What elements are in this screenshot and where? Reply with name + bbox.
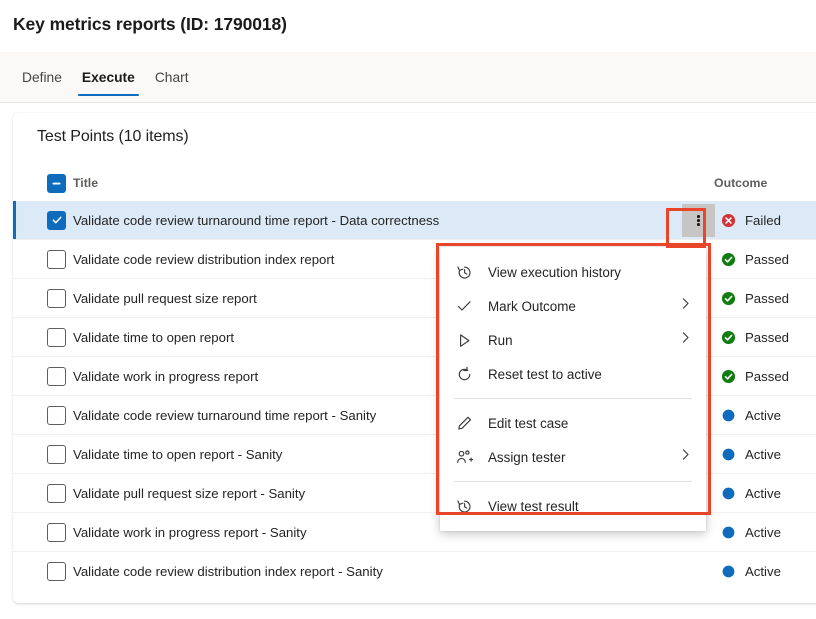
menu-item-mark-outcome[interactable]: Mark Outcome xyxy=(440,289,706,323)
menu-item-label: Reset test to active xyxy=(488,366,602,382)
row-title[interactable]: Validate work in progress report - Sanit… xyxy=(73,525,307,540)
kebab-dots-icon xyxy=(697,213,700,227)
checkmark-icon xyxy=(454,296,474,316)
outcome-cell: Active xyxy=(721,525,781,540)
row-title[interactable]: Validate pull request size report - Sani… xyxy=(73,486,305,501)
card-title: Test Points (10 items) xyxy=(37,128,189,145)
passed-icon xyxy=(721,330,736,344)
table-row[interactable]: Validate code review distribution index … xyxy=(13,552,816,591)
chevron-right-icon xyxy=(679,448,692,466)
menu-separator xyxy=(454,398,692,399)
row-checkbox[interactable] xyxy=(47,366,66,386)
outcome-label: Passed xyxy=(745,251,789,267)
table-row[interactable]: Validate code review turnaround time rep… xyxy=(13,201,816,240)
app-root: Key metrics reports (ID: 1790018) Define… xyxy=(0,0,816,619)
context-menu: View execution history Mark Outcome Run Res… xyxy=(440,247,706,531)
column-header-outcome: Outcome xyxy=(714,176,768,190)
row-checkbox[interactable] xyxy=(47,288,66,308)
chevron-right-icon xyxy=(679,297,692,315)
menu-item-label: View execution history xyxy=(488,264,621,280)
outcome-label: Active xyxy=(745,564,781,579)
outcome-label: Active xyxy=(745,446,781,462)
outcome-cell: Active xyxy=(721,564,781,579)
menu-item-label: Run xyxy=(488,332,513,348)
page-title: Key metrics reports (ID: 1790018) xyxy=(13,14,287,34)
outcome-label: Passed xyxy=(745,329,789,345)
row-checkbox[interactable] xyxy=(47,210,66,230)
outcome-cell: Active xyxy=(721,408,781,423)
row-checkbox[interactable] xyxy=(47,405,66,425)
menu-item-reset-test-to-active[interactable]: Reset test to active xyxy=(440,357,706,391)
row-checkbox[interactable] xyxy=(47,249,66,269)
outcome-cell: Passed xyxy=(721,252,789,267)
check-icon xyxy=(52,216,62,224)
outcome-cell: Passed xyxy=(721,330,789,345)
row-title[interactable]: Validate code review distribution index … xyxy=(73,564,383,579)
assign-person-icon xyxy=(454,447,474,467)
refresh-icon xyxy=(454,364,474,384)
select-all-checkbox[interactable] xyxy=(47,174,66,193)
menu-item-label: Assign tester xyxy=(488,449,566,465)
row-checkbox[interactable] xyxy=(47,444,66,464)
tab-define[interactable]: Define xyxy=(12,52,72,102)
outcome-cell: Passed xyxy=(721,369,789,384)
menu-item-label: Mark Outcome xyxy=(488,298,576,314)
row-checkbox[interactable] xyxy=(47,327,66,347)
outcome-cell: Failed xyxy=(721,213,781,228)
row-title[interactable]: Validate work in progress report xyxy=(73,369,258,384)
tab-bar: Define Execute Chart xyxy=(0,52,816,103)
column-header-title: Title xyxy=(73,176,99,190)
tab-execute[interactable]: Execute xyxy=(72,52,145,102)
menu-item-edit-test-case[interactable]: Edit test case xyxy=(440,406,706,440)
outcome-cell: Passed xyxy=(721,291,789,306)
menu-item-view-execution-history[interactable]: View execution history xyxy=(440,255,706,289)
row-title[interactable]: Validate code review turnaround time rep… xyxy=(73,408,376,423)
dash-icon xyxy=(52,182,61,185)
outcome-cell: Active xyxy=(721,486,781,501)
tab-chart[interactable]: Chart xyxy=(145,52,199,102)
more-actions-button[interactable] xyxy=(682,204,715,237)
menu-item-run[interactable]: Run xyxy=(440,323,706,357)
outcome-label: Active xyxy=(745,485,781,501)
active-icon xyxy=(722,565,735,578)
row-checkbox[interactable] xyxy=(47,483,66,503)
play-icon xyxy=(454,330,474,350)
passed-icon xyxy=(721,369,736,383)
outcome-cell: Active xyxy=(721,447,781,462)
passed-icon xyxy=(721,252,736,266)
row-checkbox[interactable] xyxy=(47,562,66,581)
active-icon xyxy=(722,448,735,460)
menu-item-label: View test result xyxy=(488,498,579,514)
active-icon xyxy=(722,487,735,499)
page-header: Key metrics reports (ID: 1790018) xyxy=(0,0,816,52)
menu-item-label: Edit test case xyxy=(488,415,569,431)
outcome-label: Passed xyxy=(745,368,789,384)
menu-item-view-test-result[interactable]: View test result xyxy=(440,489,706,523)
active-icon xyxy=(722,526,735,538)
chevron-right-icon xyxy=(679,331,692,349)
history-icon xyxy=(454,262,474,282)
failed-icon xyxy=(721,213,736,227)
outcome-label: Failed xyxy=(745,212,781,228)
menu-item-assign-tester[interactable]: Assign tester xyxy=(440,440,706,474)
row-checkbox[interactable] xyxy=(47,522,66,542)
history-icon xyxy=(454,496,474,516)
pencil-icon xyxy=(454,413,474,433)
outcome-label: Active xyxy=(745,524,781,540)
outcome-label: Passed xyxy=(745,290,789,306)
row-title[interactable]: Validate code review turnaround time rep… xyxy=(73,213,439,228)
row-title[interactable]: Validate time to open report xyxy=(73,330,234,345)
active-icon xyxy=(722,409,735,421)
grid-header: Title Outcome xyxy=(13,171,816,197)
row-title[interactable]: Validate code review distribution index … xyxy=(73,252,334,267)
row-title[interactable]: Validate pull request size report xyxy=(73,291,257,306)
menu-separator xyxy=(454,481,692,482)
row-title[interactable]: Validate time to open report - Sanity xyxy=(73,447,282,462)
passed-icon xyxy=(721,291,736,305)
outcome-label: Active xyxy=(745,407,781,423)
